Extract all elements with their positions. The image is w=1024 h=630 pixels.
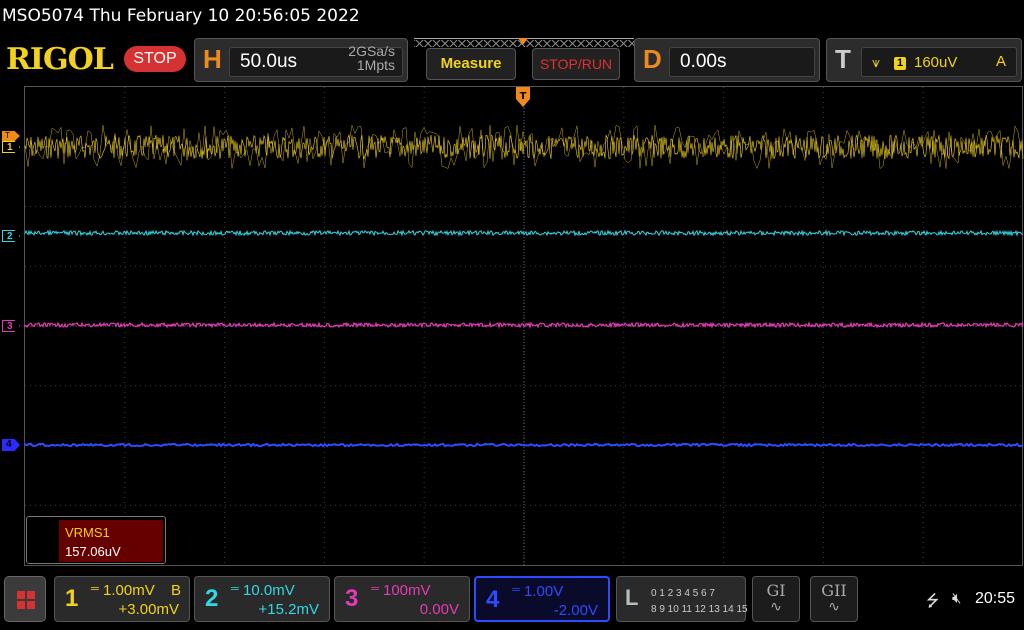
channel-1-bandwidth-limit: B: [170, 582, 181, 599]
channel-2-offset: +15.2mV: [258, 601, 319, 618]
usb-icon: ⭍: [926, 593, 940, 610]
channel-3-panel[interactable]: 3 ═ 100mV 0.00V: [334, 576, 470, 622]
dc-coupling-icon: ═: [371, 583, 379, 595]
channel-1-offset: +3.00mV: [118, 601, 179, 618]
logic-letter: L: [625, 585, 639, 610]
channel-3-number: 3: [345, 585, 359, 612]
logic-channels-row-2: 8 9 10 11 12 13 14 15: [651, 604, 748, 615]
generator-2-label: GII: [821, 581, 847, 600]
channel-1-panel[interactable]: 1 ═ 1.00mV B +3.00mV: [54, 576, 190, 622]
clock: 20:55: [975, 590, 1016, 607]
channel-4-number: 4: [486, 586, 500, 613]
channel-3-offset: 0.00V: [419, 601, 459, 618]
generator-2-button[interactable]: GII ∿: [810, 576, 858, 622]
bottom-bar: 1 ═ 1.00mV B +3.00mV 2 ═ 10.0mV +15.2mV 3 …: [0, 574, 1024, 630]
measurement-result: VRMS1 157.06uV: [59, 520, 163, 562]
trigger-position-marker[interactable]: T: [516, 87, 530, 107]
logic-analyzer-panel[interactable]: L 0 1 2 3 4 5 6 7 8 9 10 11 12 13 14 15: [616, 576, 748, 622]
generator-1-label: GI: [766, 581, 786, 600]
channel-1-scale: ═ 1.00mV: [91, 582, 155, 599]
measurement-value: 157.06uV: [65, 544, 121, 559]
home-menu-button[interactable]: [4, 576, 46, 622]
speaker-mute-icon[interactable]: 🔇︎: [952, 590, 961, 607]
channel-3-scale: ═ 100mV: [371, 582, 431, 599]
measurement-box[interactable]: VRMS1 157.06uV: [26, 516, 166, 564]
logic-channels-row-1: 0 1 2 3 4 5 6 7: [651, 588, 715, 599]
dc-coupling-icon: ═: [512, 584, 520, 596]
channel-2-panel[interactable]: 2 ═ 10.0mV +15.2mV: [194, 576, 330, 622]
trigger-position-label: T: [520, 91, 527, 102]
channel-3-trace: [24, 321, 1024, 330]
channel-4-panel[interactable]: 4 ═ 1.00V -2.00V: [474, 576, 610, 622]
home-grid-icon: [17, 591, 25, 599]
dc-coupling-icon: ═: [91, 583, 99, 595]
sine-wave-icon: ∿: [770, 598, 782, 614]
channel-2-scale: ═ 10.0mV: [231, 582, 295, 599]
sine-wave-icon: ∿: [828, 598, 840, 614]
channel-4-scale: ═ 1.00V: [512, 583, 564, 600]
channel-2-number: 2: [205, 585, 219, 612]
channel-1-number: 1: [65, 585, 79, 612]
generator-1-button[interactable]: GI ∿: [752, 576, 800, 622]
dc-coupling-icon: ═: [231, 583, 239, 595]
channel-4-offset: -2.00V: [553, 602, 598, 619]
measurement-label: VRMS1: [65, 525, 110, 540]
